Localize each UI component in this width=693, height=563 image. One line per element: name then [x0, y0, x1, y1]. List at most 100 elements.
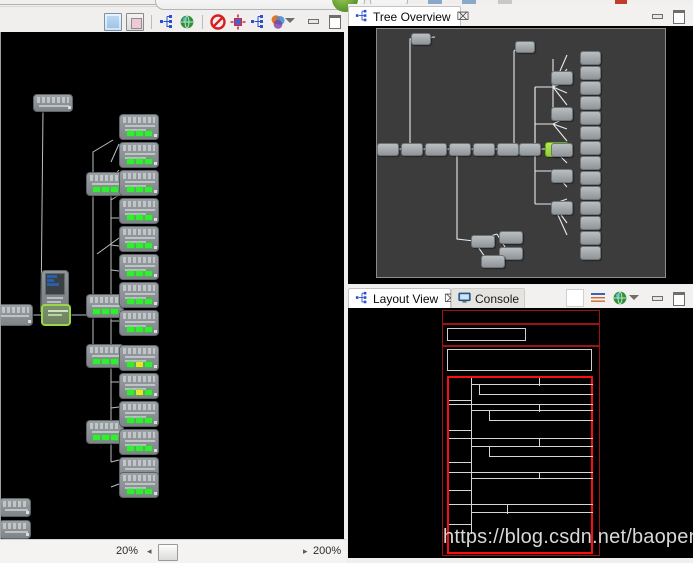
status-pill [144, 215, 152, 220]
tree-node-leaf[interactable] [580, 141, 601, 155]
tree-node[interactable] [471, 235, 495, 248]
layout-view-canvas[interactable]: https://blog.csdn.net/baopengjian [348, 308, 693, 558]
tree-node[interactable] [551, 71, 573, 85]
tab-tree-overview[interactable]: Tree Overview ⌧ [348, 6, 469, 26]
view-menu-icon[interactable] [284, 14, 297, 27]
tree-node-leaf[interactable] [580, 51, 601, 65]
tab-console[interactable]: Console [451, 288, 525, 308]
zoom-increase-arrow[interactable]: ▸ [303, 546, 308, 557]
tree-node-leaf[interactable] [580, 246, 601, 260]
layout-banner[interactable] [447, 349, 592, 371]
status-pill [135, 215, 143, 220]
tree-node[interactable] [551, 169, 573, 183]
tree-node[interactable] [497, 143, 519, 156]
status-pill [101, 187, 109, 192]
tree-node[interactable] [377, 143, 399, 156]
tree-nodes-2-icon[interactable] [250, 14, 266, 30]
maximize-icon[interactable] [328, 14, 341, 29]
status-pill [110, 309, 118, 314]
tree-node[interactable] [519, 143, 541, 156]
tree-node-leaf[interactable] [580, 216, 601, 230]
layout-search-field[interactable] [447, 328, 526, 341]
tree-node-leaf[interactable] [580, 231, 601, 245]
status-pill [135, 271, 143, 276]
graph-node[interactable] [1, 304, 33, 326]
zoom-slider-track[interactable] [158, 544, 306, 561]
zoom-slider-thumb[interactable] [158, 544, 178, 561]
graph-node-leaf[interactable] [119, 345, 159, 371]
graph-node-selected[interactable] [41, 304, 71, 326]
tree-node[interactable] [411, 33, 431, 45]
graph-node-leaf[interactable] [119, 254, 159, 280]
tree-node-leaf[interactable] [580, 201, 601, 215]
globe-icon[interactable] [179, 14, 195, 30]
status-pill [110, 435, 118, 440]
zoom-decrease-arrow[interactable]: ◂ [147, 546, 152, 557]
node-line [125, 237, 155, 239]
node-knob [28, 320, 31, 323]
graph-node-leaf[interactable] [119, 282, 159, 308]
no-entry-icon[interactable] [210, 14, 226, 30]
tree-nodes-icon[interactable] [159, 14, 175, 30]
minimize-icon[interactable] [306, 14, 319, 27]
view-menu-icon[interactable] [628, 291, 641, 304]
tree-overview-panel: Tree Overview ⌧ [348, 4, 693, 284]
tree-node[interactable] [425, 143, 447, 156]
layout-region-title[interactable] [442, 310, 600, 324]
graph-node-detached[interactable] [1, 520, 31, 539]
graph-node-leaf[interactable] [119, 170, 159, 196]
node-header [3, 523, 27, 529]
graph-node-detached[interactable] [1, 498, 31, 517]
globe-icon[interactable] [612, 290, 628, 306]
graph-node-leaf[interactable] [119, 226, 159, 252]
graph-node-leaf[interactable] [119, 373, 159, 399]
graph-node-leaf[interactable] [119, 472, 159, 498]
tree-node[interactable] [449, 143, 471, 156]
tree-node[interactable] [473, 143, 495, 156]
graph-node-leaf[interactable] [119, 198, 159, 224]
tab-layout-view[interactable]: Layout View ⌧ [348, 288, 457, 308]
page-icon[interactable] [104, 13, 122, 31]
tree-nodes-icon [355, 9, 369, 25]
tree-node-leaf[interactable] [580, 66, 601, 80]
graph-node-leaf[interactable] [119, 429, 159, 455]
tree-node[interactable] [499, 231, 523, 244]
layers-icon[interactable] [126, 13, 144, 31]
tree-node-leaf[interactable] [580, 81, 601, 95]
tree-overview-viewport[interactable] [376, 28, 666, 278]
tree-node[interactable] [515, 41, 535, 53]
graph-canvas[interactable] [0, 32, 344, 539]
console-icon [458, 291, 471, 307]
tree-node[interactable] [551, 201, 573, 215]
maximize-icon[interactable] [672, 9, 685, 24]
tree-node-leaf[interactable] [580, 171, 601, 185]
tree-node[interactable] [551, 107, 573, 121]
tree-node-leaf[interactable] [580, 186, 601, 200]
tree-node[interactable] [401, 143, 423, 156]
node-line [125, 209, 155, 211]
layout-rule [539, 404, 540, 412]
blank-page-icon[interactable] [566, 289, 584, 307]
list-lines-icon[interactable] [590, 290, 606, 306]
minimize-icon[interactable] [650, 291, 663, 304]
graph-node-leaf[interactable] [119, 142, 159, 168]
tree-node-leaf[interactable] [580, 96, 601, 110]
minimize-icon[interactable] [650, 9, 663, 22]
graph-node-leaf[interactable] [119, 114, 159, 140]
maximize-icon[interactable] [672, 291, 685, 306]
node-knob [154, 162, 157, 165]
graph-node-leaf[interactable] [119, 310, 159, 336]
graph-node[interactable] [33, 94, 73, 112]
node-property-row [47, 283, 59, 286]
tree-node[interactable] [551, 143, 573, 157]
tree-overview-canvas[interactable] [348, 26, 693, 284]
focus-nodes-icon[interactable] [230, 14, 246, 30]
close-icon[interactable]: ⌧ [457, 10, 470, 23]
tree-node-leaf[interactable] [580, 126, 601, 140]
tree-node[interactable] [481, 255, 505, 268]
tree-node-leaf[interactable] [580, 156, 601, 170]
tree-node-leaf[interactable] [580, 111, 601, 125]
node-header [123, 257, 155, 263]
graph-node-leaf[interactable] [119, 401, 159, 427]
node-line [92, 183, 121, 185]
